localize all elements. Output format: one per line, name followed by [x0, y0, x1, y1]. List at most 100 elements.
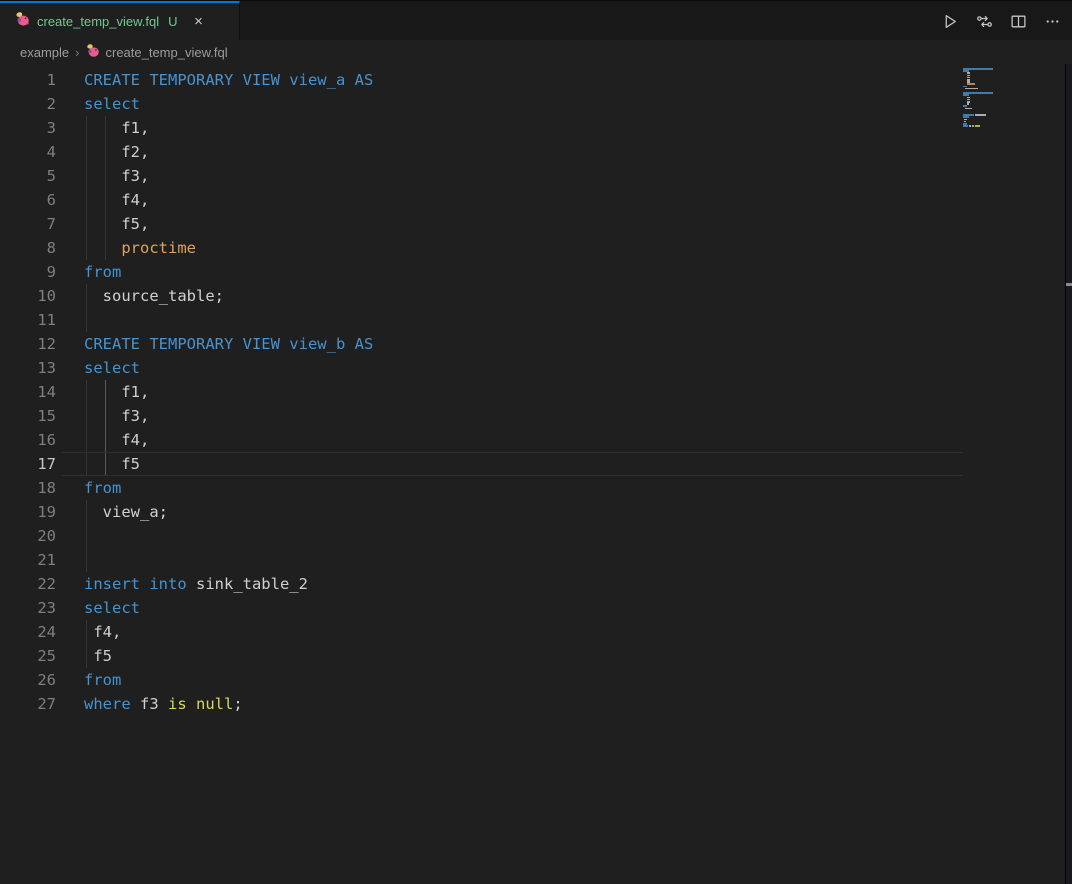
split-editor-icon — [1010, 13, 1027, 30]
code-line[interactable]: 2 select — [0, 92, 1065, 116]
breadcrumb: example › create_temp_view.fql — [0, 40, 1072, 64]
run-button[interactable] — [936, 9, 964, 35]
code-text: where f3 is null; — [84, 695, 243, 713]
scrollbar-overview-ruler[interactable] — [1065, 64, 1072, 884]
code-line[interactable]: 1 CREATE TEMPORARY VIEW view_a AS — [0, 68, 1065, 92]
code-line[interactable]: 14 f1, — [0, 380, 1065, 404]
code-line[interactable]: 3 f1, — [0, 116, 1065, 140]
code-line[interactable]: 11 — [0, 308, 1065, 332]
code-line[interactable]: 19 view_a; — [0, 500, 1065, 524]
code-text: from — [84, 263, 122, 281]
code-line[interactable]: 7 f5, — [0, 212, 1065, 236]
line-number[interactable]: 10 — [0, 284, 56, 308]
breadcrumb-file[interactable]: create_temp_view.fql — [85, 43, 228, 61]
git-status-badge: U — [168, 14, 178, 29]
line-number[interactable]: 26 — [0, 668, 56, 692]
chevron-right-icon: › — [75, 44, 80, 60]
code-text: f3, — [84, 167, 150, 185]
line-number[interactable]: 24 — [0, 620, 56, 644]
code-line[interactable]: 27 where f3 is null; — [0, 692, 1065, 716]
minimap-line — [971, 125, 974, 127]
code-line[interactable]: 25 f5 — [0, 644, 1065, 668]
code-line[interactable]: 12 CREATE TEMPORARY VIEW view_b AS — [0, 332, 1065, 356]
code-text: f2, — [84, 143, 150, 161]
code-line[interactable]: 20 — [0, 524, 1065, 548]
code-text: proctime — [84, 239, 196, 257]
open-changes-button[interactable] — [970, 9, 998, 35]
line-number[interactable]: 12 — [0, 332, 56, 356]
line-number[interactable]: 5 — [0, 164, 56, 188]
line-number[interactable]: 7 — [0, 212, 56, 236]
minimap-line — [968, 125, 971, 127]
minimap-line — [974, 114, 987, 116]
code-text: from — [84, 479, 122, 497]
code-line[interactable]: 5 f3, — [0, 164, 1065, 188]
code-line[interactable]: 4 f2, — [0, 140, 1065, 164]
code-line[interactable]: 16 f4, — [0, 428, 1065, 452]
code-line[interactable]: 6 f4, — [0, 188, 1065, 212]
line-number[interactable]: 23 — [0, 596, 56, 620]
minimap[interactable] — [963, 68, 1063, 880]
line-number[interactable]: 13 — [0, 356, 56, 380]
line-number[interactable]: 16 — [0, 428, 56, 452]
code-text: insert into sink_table_2 — [84, 575, 308, 593]
minimap-line — [966, 103, 969, 105]
split-editor-button[interactable] — [1004, 9, 1032, 35]
code-editor: 1 CREATE TEMPORARY VIEW view_a AS 2 select 3… — [0, 64, 1072, 884]
line-number[interactable]: 14 — [0, 380, 56, 404]
indent-guide — [86, 308, 87, 332]
code-line[interactable]: 10 source_table; — [0, 284, 1065, 308]
code-line[interactable]: 13 select — [0, 356, 1065, 380]
line-number[interactable]: 21 — [0, 548, 56, 572]
indent-guide — [86, 524, 87, 548]
indent-guide — [86, 548, 87, 572]
code-line[interactable]: 23 select — [0, 596, 1065, 620]
code-line[interactable]: 17 f5 — [0, 452, 1065, 476]
tab-create-temp-view[interactable]: create_temp_view.fql U × — [0, 1, 240, 40]
code-area: 1 CREATE TEMPORARY VIEW view_a AS 2 select 3… — [0, 68, 1065, 716]
line-number[interactable]: 8 — [0, 236, 56, 260]
line-number[interactable]: 15 — [0, 404, 56, 428]
line-number[interactable]: 27 — [0, 692, 56, 716]
line-number[interactable]: 1 — [0, 68, 56, 92]
code-text: f1, — [84, 383, 150, 401]
line-number[interactable]: 2 — [0, 92, 56, 116]
play-icon — [942, 13, 959, 30]
line-number[interactable]: 18 — [0, 476, 56, 500]
line-number[interactable]: 3 — [0, 116, 56, 140]
line-number[interactable]: 17 — [0, 452, 56, 476]
code-text: f5 — [84, 455, 140, 473]
line-number[interactable]: 19 — [0, 500, 56, 524]
minimap-line — [963, 125, 968, 127]
breadcrumb-folder[interactable]: example — [20, 45, 69, 60]
code-line[interactable]: 15 f3, — [0, 404, 1065, 428]
more-actions-button[interactable] — [1038, 9, 1066, 35]
code-text: CREATE TEMPORARY VIEW view_a AS — [84, 71, 374, 89]
code-line[interactable]: 9 from — [0, 260, 1065, 284]
code-line[interactable]: 18 from — [0, 476, 1065, 500]
tab-bar: create_temp_view.fql U × — [0, 0, 1072, 40]
code-text: select — [84, 599, 140, 617]
flink-squirrel-icon — [14, 11, 30, 32]
code-text: CREATE TEMPORARY VIEW view_b AS — [84, 335, 374, 353]
close-icon[interactable]: × — [189, 12, 209, 32]
line-number[interactable]: 22 — [0, 572, 56, 596]
code-text: source_table; — [84, 287, 224, 305]
code-line[interactable]: 8 proctime — [0, 236, 1065, 260]
line-number[interactable]: 20 — [0, 524, 56, 548]
line-number[interactable]: 6 — [0, 188, 56, 212]
code-text: f4, — [84, 431, 150, 449]
code-text: f5 — [84, 647, 112, 665]
code-line[interactable]: 26 from — [0, 668, 1065, 692]
code-text: view_a; — [84, 503, 168, 521]
code-text: select — [84, 95, 140, 113]
code-text: f5, — [84, 215, 150, 233]
code-line[interactable]: 22 insert into sink_table_2 — [0, 572, 1065, 596]
code-text: f4, — [84, 623, 122, 641]
line-number[interactable]: 4 — [0, 140, 56, 164]
line-number[interactable]: 9 — [0, 260, 56, 284]
code-line[interactable]: 21 — [0, 548, 1065, 572]
line-number[interactable]: 11 — [0, 308, 56, 332]
code-line[interactable]: 24 f4, — [0, 620, 1065, 644]
line-number[interactable]: 25 — [0, 644, 56, 668]
